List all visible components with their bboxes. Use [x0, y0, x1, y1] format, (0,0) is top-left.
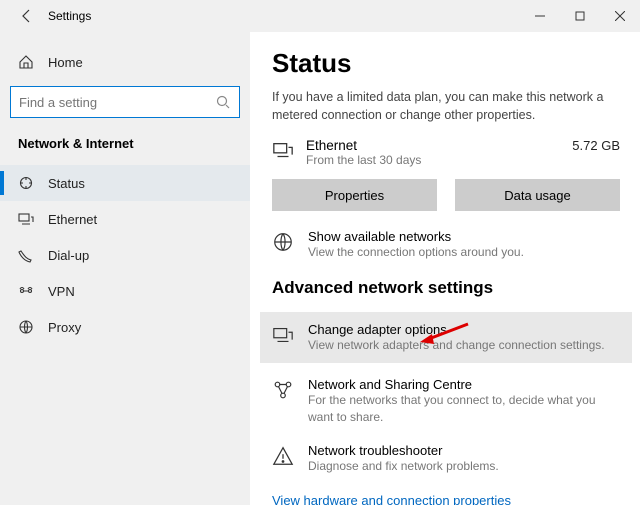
- ethernet-icon: [272, 140, 294, 162]
- content: Status If you have a limited data plan, …: [250, 32, 640, 505]
- search-icon: [215, 94, 231, 110]
- option-sub: View the connection options around you.: [308, 244, 524, 260]
- page-description: If you have a limited data plan, you can…: [272, 89, 620, 124]
- sidebar-item-label: VPN: [48, 284, 75, 299]
- option-title: Network and Sharing Centre: [308, 377, 620, 392]
- hardware-link[interactable]: View hardware and connection properties: [272, 493, 511, 505]
- sidebar: Home Network & Internet Status Ethernet …: [0, 32, 250, 505]
- maximize-button[interactable]: [560, 0, 600, 32]
- sharing-icon: [272, 379, 294, 401]
- sidebar-item-label: Proxy: [48, 320, 81, 335]
- network-summary: Ethernet From the last 30 days 5.72 GB: [272, 138, 620, 167]
- back-icon[interactable]: [18, 8, 34, 24]
- network-sub: From the last 30 days: [306, 153, 560, 167]
- warning-icon: [272, 445, 294, 467]
- option-title: Show available networks: [308, 229, 524, 244]
- option-sub: View network adapters and change connect…: [308, 337, 605, 353]
- sidebar-item-proxy[interactable]: Proxy: [0, 309, 250, 345]
- page-title: Status: [272, 48, 620, 79]
- home-icon: [18, 54, 34, 70]
- sidebar-item-label: Ethernet: [48, 212, 97, 227]
- window-controls: [520, 0, 640, 32]
- option-sub: For the networks that you connect to, de…: [308, 392, 620, 424]
- show-networks-option[interactable]: Show available networks View the connect…: [272, 229, 620, 260]
- search-field[interactable]: [19, 95, 215, 110]
- status-icon: [18, 175, 34, 191]
- change-adapter-option[interactable]: Change adapter options View network adap…: [260, 312, 632, 363]
- search-input[interactable]: [10, 86, 240, 118]
- properties-button[interactable]: Properties: [272, 179, 437, 211]
- vpn-icon: [18, 283, 34, 299]
- sidebar-home[interactable]: Home: [0, 44, 250, 80]
- window-title: Settings: [48, 9, 91, 23]
- titlebar: Settings: [0, 0, 640, 32]
- sidebar-item-label: Dial-up: [48, 248, 89, 263]
- sidebar-item-ethernet[interactable]: Ethernet: [0, 201, 250, 237]
- troubleshooter-option[interactable]: Network troubleshooter Diagnose and fix …: [272, 443, 620, 474]
- adapter-icon: [272, 324, 294, 346]
- minimize-button[interactable]: [520, 0, 560, 32]
- proxy-icon: [18, 319, 34, 335]
- data-usage-button[interactable]: Data usage: [455, 179, 620, 211]
- sidebar-item-dialup[interactable]: Dial-up: [0, 237, 250, 273]
- sidebar-heading: Network & Internet: [0, 128, 250, 165]
- close-button[interactable]: [600, 0, 640, 32]
- network-usage: 5.72 GB: [572, 138, 620, 153]
- sidebar-item-label: Status: [48, 176, 85, 191]
- globe-icon: [272, 231, 294, 253]
- ethernet-icon: [18, 211, 34, 227]
- advanced-heading: Advanced network settings: [272, 278, 620, 298]
- option-sub: Diagnose and fix network problems.: [308, 458, 499, 474]
- sidebar-item-vpn[interactable]: VPN: [0, 273, 250, 309]
- sidebar-item-status[interactable]: Status: [0, 165, 250, 201]
- option-title: Network troubleshooter: [308, 443, 499, 458]
- sharing-centre-option[interactable]: Network and Sharing Centre For the netwo…: [272, 377, 620, 424]
- dialup-icon: [18, 247, 34, 263]
- option-title: Change adapter options: [308, 322, 605, 337]
- network-name: Ethernet: [306, 138, 560, 153]
- home-label: Home: [48, 55, 83, 70]
